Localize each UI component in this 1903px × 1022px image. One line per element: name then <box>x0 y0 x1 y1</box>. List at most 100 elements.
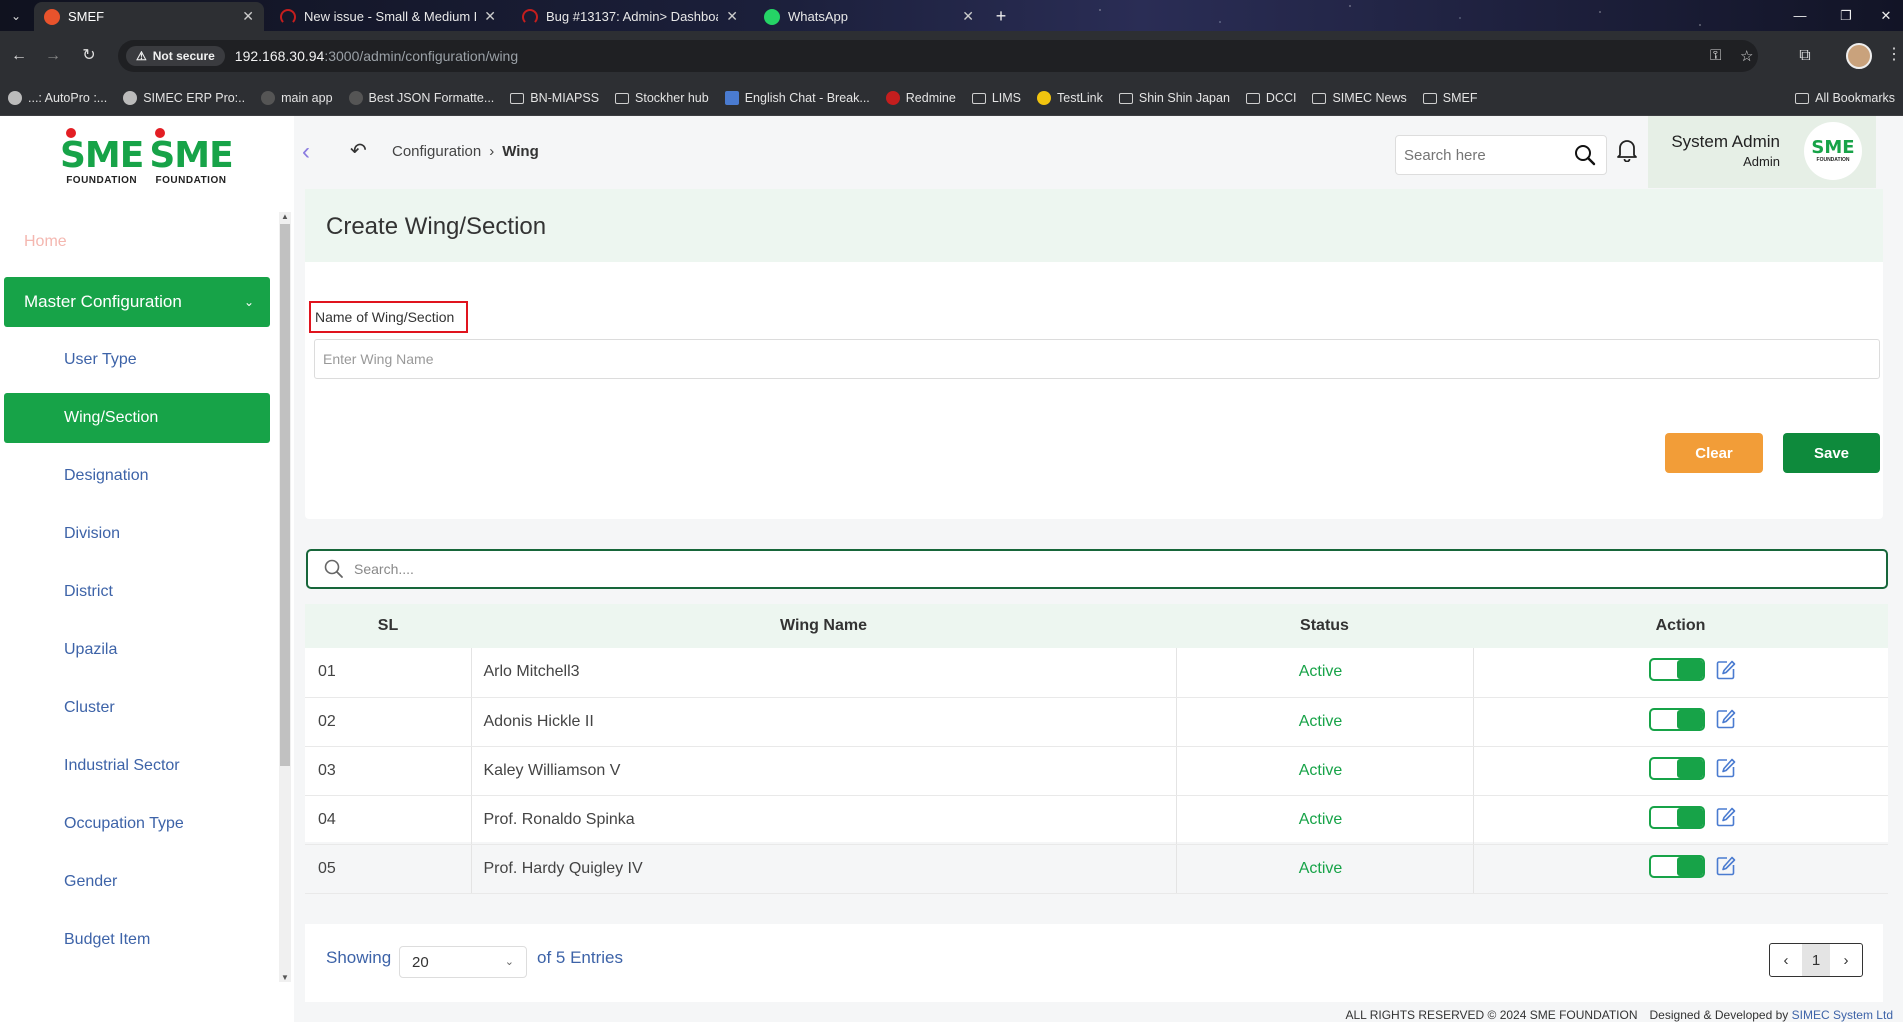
bookmark-item[interactable]: ...: AutoPro :... <box>8 91 107 105</box>
developer-link[interactable]: SIMEC System Ltd <box>1792 1008 1893 1022</box>
back-arrow-icon[interactable]: ← <box>8 45 30 67</box>
close-tab-icon[interactable]: ✕ <box>242 8 254 25</box>
edit-icon[interactable] <box>1715 757 1737 779</box>
scroll-up-icon[interactable]: ▲ <box>279 212 291 221</box>
status-toggle[interactable] <box>1648 756 1705 780</box>
main-content: Create Wing/Section Name of Wing/Section… <box>305 189 1903 1022</box>
wing-name-input[interactable] <box>314 339 1880 379</box>
address-bar: ← → ↻ ⚠ Not secure 192.168.30.94 :3000/a… <box>0 31 1903 81</box>
sidebar-item-gender[interactable]: Gender <box>4 857 270 907</box>
redmine-favicon-icon <box>280 8 296 25</box>
sidebar-item-division[interactable]: Division <box>4 509 270 559</box>
sidebar-item-designation[interactable]: Designation <box>4 451 270 501</box>
extensions-icon[interactable]: ⧉ <box>1794 45 1816 67</box>
close-tab-icon[interactable]: ✕ <box>962 8 974 25</box>
security-indicator[interactable]: ⚠ Not secure <box>126 46 225 66</box>
page-number[interactable]: 1 <box>1802 944 1830 976</box>
user-role: Admin <box>1743 154 1780 169</box>
bookmark-folder[interactable]: BN-MIAPSS <box>510 91 599 105</box>
bookmarks-bar: ...: AutoPro :... SIMEC ERP Pro:.. main … <box>0 81 1903 116</box>
per-page-select[interactable]: 20 ⌄ <box>399 946 527 978</box>
browser-tab-smef[interactable]: SMEF ✕ <box>34 2 264 31</box>
bookmark-item[interactable]: English Chat - Break... <box>724 91 870 105</box>
browser-tab-bug[interactable]: Bug #13137: Admin> Dashboar ✕ <box>512 2 748 31</box>
bookmark-favicon-icon <box>724 91 739 105</box>
bookmark-folder[interactable]: Stockher hub <box>615 91 709 105</box>
bookmark-folder[interactable]: DCCI <box>1245 91 1296 105</box>
sidebar-item-wing-section[interactable]: Wing/Section <box>4 393 270 443</box>
save-button[interactable]: Save <box>1783 433 1880 473</box>
scrollbar-thumb[interactable] <box>280 224 290 766</box>
clear-button[interactable]: Clear <box>1665 433 1763 473</box>
bookmark-star-icon[interactable]: ☆ <box>1740 47 1753 65</box>
sidebar-item-upazila[interactable]: Upazila <box>4 625 270 675</box>
user-profile[interactable]: System Admin Admin SME FOUNDATION <box>1648 116 1876 188</box>
sidebar-item-user-type[interactable]: User Type <box>4 335 270 385</box>
edit-icon[interactable] <box>1715 855 1737 877</box>
bookmark-item[interactable]: TestLink <box>1037 91 1103 105</box>
collapse-sidebar-icon[interactable]: ‹ <box>302 138 310 166</box>
breadcrumb-current: Wing <box>502 143 539 160</box>
prev-page-button[interactable]: ‹ <box>1770 944 1802 976</box>
header-search-input[interactable] <box>1404 146 1564 164</box>
edit-icon[interactable] <box>1715 659 1737 681</box>
url-field[interactable]: ⚠ Not secure 192.168.30.94 :3000/admin/c… <box>118 40 1758 72</box>
edit-icon[interactable] <box>1715 708 1737 730</box>
bookmark-folder[interactable]: Shin Shin Japan <box>1118 91 1230 105</box>
bookmark-folder[interactable]: SIMEC News <box>1312 91 1407 105</box>
password-key-icon[interactable]: ⚿ <box>1710 47 1721 64</box>
edit-icon[interactable] <box>1715 806 1737 828</box>
bookmark-favicon-icon <box>1037 91 1051 105</box>
next-page-button[interactable]: › <box>1830 944 1862 976</box>
sidebar-section-master-configuration[interactable]: Master Configuration ⌄ <box>4 277 270 327</box>
status-toggle[interactable] <box>1648 854 1705 878</box>
browser-tab-whatsapp[interactable]: WhatsApp ✕ <box>754 2 984 31</box>
close-tab-icon[interactable]: ✕ <box>484 8 496 25</box>
bookmark-folder[interactable]: LIMS <box>971 91 1021 105</box>
new-tab-button[interactable]: + <box>990 5 1012 27</box>
cell-sl: 04 <box>305 795 472 845</box>
sidebar-item-industrial-sector[interactable]: Industrial Sector <box>4 741 270 791</box>
sidebar-item-district[interactable]: District <box>4 567 270 617</box>
bookmark-item[interactable]: Redmine <box>885 91 956 105</box>
showing-label: Showing <box>326 948 392 967</box>
sme-foundation-logo[interactable]: SME FOUNDATION SME FOUNDATION <box>60 128 234 186</box>
warning-icon: ⚠ <box>136 49 147 63</box>
bookmark-favicon-icon <box>8 91 22 105</box>
scroll-down-icon[interactable]: ▼ <box>279 973 291 982</box>
sidebar-scrollbar[interactable]: ▲ ▼ <box>279 212 291 982</box>
sidebar-item-budget-item[interactable]: Budget Item <box>4 915 270 965</box>
user-avatar: SME FOUNDATION <box>1804 122 1862 180</box>
all-bookmarks-folder[interactable]: All Bookmarks <box>1795 91 1895 105</box>
breadcrumb-configuration[interactable]: Configuration <box>392 143 481 160</box>
status-toggle[interactable] <box>1648 658 1705 682</box>
cell-wing-name: Kaley Williamson V <box>471 746 1177 796</box>
reload-icon[interactable]: ↻ <box>78 45 100 67</box>
status-toggle[interactable] <box>1648 805 1705 829</box>
browser-tab-new-issue[interactable]: New issue - Small & Medium E ✕ <box>270 2 506 31</box>
folder-icon <box>971 92 986 104</box>
pagination-bar: Showing 20 ⌄ of 5 Entries ‹ 1 › <box>305 924 1883 1002</box>
sidebar-item-cluster[interactable]: Cluster <box>4 683 270 733</box>
bookmark-favicon-icon <box>348 91 363 105</box>
tab-list-dropdown[interactable]: ⌄ <box>6 6 26 26</box>
close-tab-icon[interactable]: ✕ <box>726 8 738 25</box>
forward-arrow-icon[interactable]: → <box>42 45 64 67</box>
bookmark-item[interactable]: SIMEC ERP Pro:.. <box>123 91 245 105</box>
search-icon[interactable] <box>1574 144 1596 166</box>
bookmark-item[interactable]: Best JSON Formatte... <box>348 91 494 105</box>
back-icon[interactable]: ↶ <box>350 138 367 163</box>
notification-bell-icon[interactable] <box>1616 138 1638 162</box>
table-search-input[interactable] <box>354 561 1754 577</box>
browser-menu-icon[interactable]: ⋮ <box>1886 44 1902 64</box>
bookmark-item[interactable]: main app <box>261 91 333 105</box>
status-toggle[interactable] <box>1648 707 1705 731</box>
cell-status: Active <box>1176 844 1474 894</box>
close-window-icon[interactable]: ✕ <box>1863 0 1903 31</box>
sidebar-item-occupation-type[interactable]: Occupation Type <box>4 799 270 849</box>
minimize-icon[interactable]: — <box>1777 0 1823 31</box>
bookmark-folder[interactable]: SMEF <box>1422 91 1478 105</box>
sidebar-item-home[interactable]: Home <box>24 233 67 251</box>
profile-avatar[interactable] <box>1846 43 1872 69</box>
redmine-favicon-icon <box>522 8 538 25</box>
